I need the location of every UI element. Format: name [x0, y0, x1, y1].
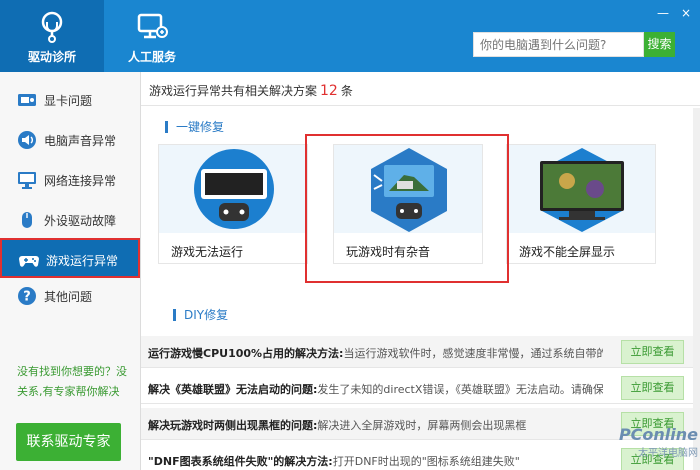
section-one-click-repair: 一键修复 — [165, 121, 224, 133]
sidebar-item-label: 游戏运行异常 — [46, 254, 119, 268]
stethoscope-icon — [41, 11, 63, 43]
search-box — [473, 32, 644, 57]
speaker-icon — [18, 131, 36, 149]
top-bar: 驱动诊所 人工服务 — × 搜索 — [0, 0, 700, 72]
sidebar-item-label: 电脑声音异常 — [44, 134, 117, 148]
section-diy-repair: DIY修复 — [173, 309, 228, 321]
watermark: PConline 太平洋电脑网 — [618, 425, 698, 469]
fullscreen-monitor-icon — [540, 148, 624, 232]
tab-driver-clinic[interactable]: 驱动诊所 — [0, 0, 104, 72]
search-button[interactable]: 搜索 — [644, 32, 675, 57]
scrollbar[interactable] — [693, 108, 700, 470]
support-icon — [137, 13, 168, 39]
tab-manual-service[interactable]: 人工服务 — [104, 0, 200, 72]
mouse-icon — [22, 212, 32, 228]
sidebar-item-peripherals[interactable]: 外设驱动故障 — [0, 200, 140, 240]
watermark-line1: PConline — [618, 425, 698, 444]
sidebar-item-label: 其他问题 — [44, 290, 93, 304]
summary-prefix: 游戏运行异常共有相关解决方案 — [149, 84, 318, 98]
sidebar-item-network[interactable]: 网络连接异常 — [0, 160, 140, 200]
sidebar-item-sound[interactable]: 电脑声音异常 — [0, 120, 140, 160]
minimize-button[interactable]: — — [656, 6, 670, 20]
list-item-text: 运行游戏慢CPU100%占用的解决方法:当运行游戏软件时，感觉速度非常慢，通过系… — [148, 345, 603, 361]
tab-manual-service-label: 人工服务 — [127, 50, 176, 64]
list-item[interactable]: "DNF图表系统组件失败"的解决方法:打开DNF时出现的"图标系统组建失败" 立… — [141, 444, 700, 470]
list-item-text: 解决《英雄联盟》无法启动的问题:发生了未知的directX错误，《英雄联盟》无法… — [148, 381, 603, 397]
svg-text:?: ? — [23, 290, 31, 305]
list-item-text: "DNF图表系统组件失败"的解决方法:打开DNF时出现的"图标系统组建失败" — [148, 453, 603, 469]
summary-suffix: 条 — [340, 84, 353, 98]
list-item-title: 解决《英雄联盟》无法启动的问题: — [148, 383, 318, 396]
sidebar-item-label: 显卡问题 — [44, 94, 93, 108]
fix-card-game-wont-run[interactable]: 游戏无法运行 — [158, 144, 308, 264]
gamepad-icon — [19, 256, 39, 267]
game-console-icon — [194, 149, 274, 229]
sidebar-item-label: 外设驱动故障 — [44, 214, 117, 228]
list-item-desc: 解决进入全屏游戏时，屏幕两侧会出现黑框 — [317, 419, 527, 432]
solution-count: 12 — [320, 83, 338, 99]
card-illustration — [507, 145, 655, 233]
sidebar-help-note: 没有找到你想要的？没关系,有专家帮你解决 — [17, 365, 127, 398]
list-item-text: 解决玩游戏时两侧出现黑框的问题:解决进入全屏游戏时，屏幕两侧会出现黑框 — [148, 417, 603, 433]
view-now-button[interactable]: 立即查看 — [621, 376, 684, 400]
list-item-desc: 打开DNF时出现的"图标系统组建失败" — [332, 455, 520, 468]
sidebar-item-graphics[interactable]: 显卡问题 — [0, 80, 140, 120]
sidebar-item-label: 网络连接异常 — [44, 174, 117, 188]
question-icon: ? — [18, 287, 36, 305]
contact-expert-button[interactable]: 联系驱动专家 — [16, 423, 121, 461]
tab-driver-clinic-label: 驱动诊所 — [27, 50, 76, 64]
selected-card-highlight — [305, 134, 509, 283]
card-title: 游戏无法运行 — [171, 245, 244, 259]
graphics-card-icon — [18, 94, 36, 106]
list-item-title: "DNF图表系统组件失败"的解决方法: — [148, 455, 333, 468]
sidebar-item-game[interactable]: 游戏运行异常 — [0, 238, 140, 278]
list-item-title: 解决玩游戏时两侧出现黑框的问题: — [148, 419, 318, 432]
card-illustration — [159, 145, 307, 233]
divider — [141, 105, 700, 106]
card-title: 游戏不能全屏显示 — [519, 245, 616, 259]
watermark-line2: 太平洋电脑网 — [638, 448, 698, 459]
list-item[interactable]: 运行游戏慢CPU100%占用的解决方法:当运行游戏软件时，感觉速度非常慢，通过系… — [141, 336, 700, 368]
list-item-title: 运行游戏慢CPU100%占用的解决方法: — [148, 347, 344, 360]
list-item[interactable]: 解决《英雄联盟》无法启动的问题:发生了未知的directX错误，《英雄联盟》无法… — [141, 372, 700, 404]
close-button[interactable]: × — [679, 6, 693, 20]
main-panel: 游戏运行异常共有相关解决方案 12 条 一键修复 游戏无法运行 玩游戏时有杂音 … — [141, 72, 700, 470]
solution-summary: 游戏运行异常共有相关解决方案 12 条 — [149, 82, 353, 99]
sidebar-item-other[interactable]: ? 其他问题 — [0, 276, 140, 316]
fix-card-fullscreen[interactable]: 游戏不能全屏显示 — [506, 144, 656, 264]
list-item[interactable]: 解决玩游戏时两侧出现黑框的问题:解决进入全屏游戏时，屏幕两侧会出现黑框 立即查看 — [141, 408, 700, 440]
view-now-button[interactable]: 立即查看 — [621, 340, 684, 364]
list-item-desc: 当运行游戏软件时，感觉速度非常慢，通过系统自带的任... — [343, 347, 603, 360]
sidebar: 显卡问题 电脑声音异常 网络连接异常 外设驱动故障 游戏运行异常 ? 其他问题 … — [0, 72, 141, 470]
list-item-desc: 发生了未知的directX错误，《英雄联盟》无法启动。请确保... — [317, 383, 603, 396]
monitor-icon — [18, 172, 36, 189]
search-input[interactable] — [474, 33, 643, 56]
